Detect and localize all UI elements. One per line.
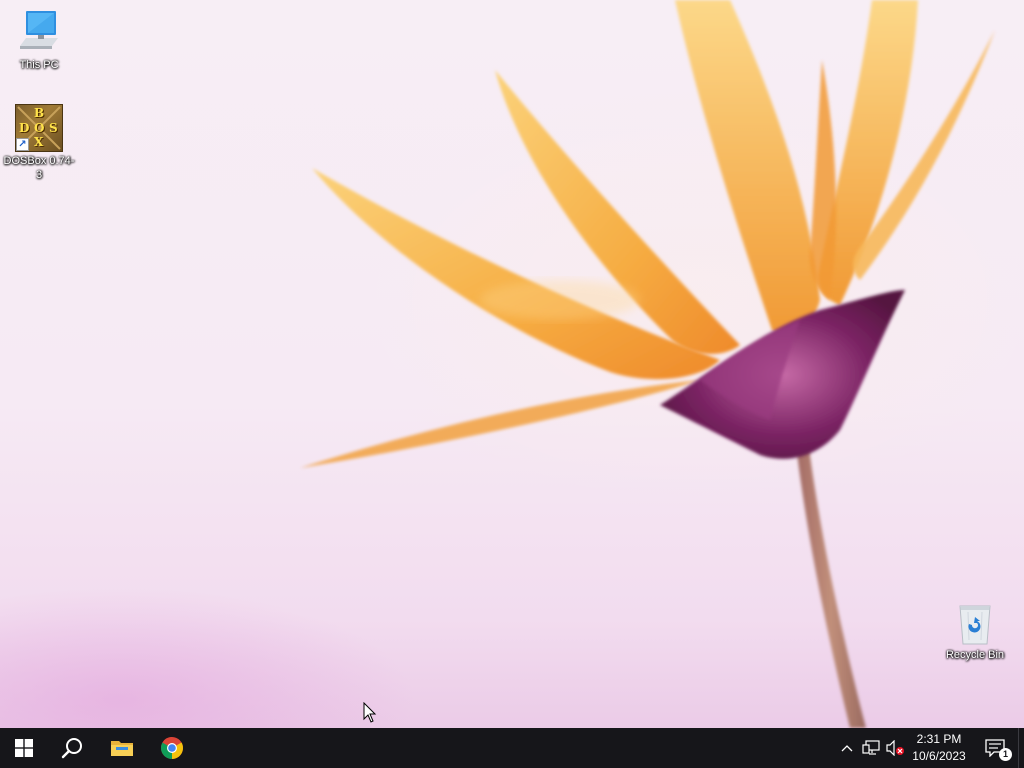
desktop-icon-label: This PC xyxy=(19,59,59,71)
network-button[interactable] xyxy=(860,728,882,768)
desktop-icon-recycle-bin[interactable]: Recycle Bin xyxy=(937,600,1013,662)
this-pc-icon xyxy=(16,8,62,56)
dosbox-letter: O xyxy=(34,121,45,135)
dosbox-letter: B xyxy=(34,106,45,120)
volume-button[interactable] xyxy=(884,728,906,768)
dosbox-letter: X xyxy=(34,135,44,149)
folder-icon xyxy=(111,741,133,756)
windows-logo-icon xyxy=(15,739,33,757)
mouse-cursor-icon xyxy=(363,702,377,723)
clock-date: 10/6/2023 xyxy=(912,749,966,763)
desktop-icon-this-pc[interactable]: This PC xyxy=(1,8,77,72)
chrome-icon xyxy=(161,737,183,759)
volume-muted-icon xyxy=(886,740,904,756)
desktop-icon-label: Recycle Bin xyxy=(945,649,1005,661)
dosbox-letter: S xyxy=(49,121,58,135)
file-explorer-button[interactable] xyxy=(98,728,146,768)
recycle-bin-icon xyxy=(954,600,996,646)
clock-time: 2:31 PM xyxy=(916,732,962,746)
desktop-icon-label: DOSBox 0.74-3 xyxy=(3,155,75,181)
dosbox-letter: D xyxy=(19,121,30,135)
chrome-button[interactable] xyxy=(148,728,196,768)
wallpaper-flower-image xyxy=(300,0,995,728)
action-center-button[interactable]: 1 xyxy=(976,728,1014,768)
shortcut-arrow-icon: ↗ xyxy=(16,138,29,151)
chevron-up-icon xyxy=(841,745,853,752)
taskbar: 2:31 PM 10/6/2023 1 xyxy=(0,728,1024,768)
search-button[interactable] xyxy=(48,728,96,768)
show-hidden-icons-button[interactable] xyxy=(838,728,856,768)
network-icon xyxy=(862,740,880,755)
dosbox-icon: B D O S X ↗ xyxy=(15,104,63,152)
start-button[interactable] xyxy=(0,728,48,768)
taskbar-clock[interactable]: 2:31 PM 10/6/2023 xyxy=(906,728,972,768)
search-icon xyxy=(61,738,82,759)
desktop-icon-dosbox[interactable]: B D O S X ↗ DOSBox 0.74-3 xyxy=(1,104,77,182)
notification-count-badge: 1 xyxy=(999,748,1012,761)
show-desktop-button[interactable] xyxy=(1018,728,1024,768)
desktop[interactable]: This PC B D O S X ↗ DOSBox 0.74-3 Recycl… xyxy=(0,0,1024,728)
